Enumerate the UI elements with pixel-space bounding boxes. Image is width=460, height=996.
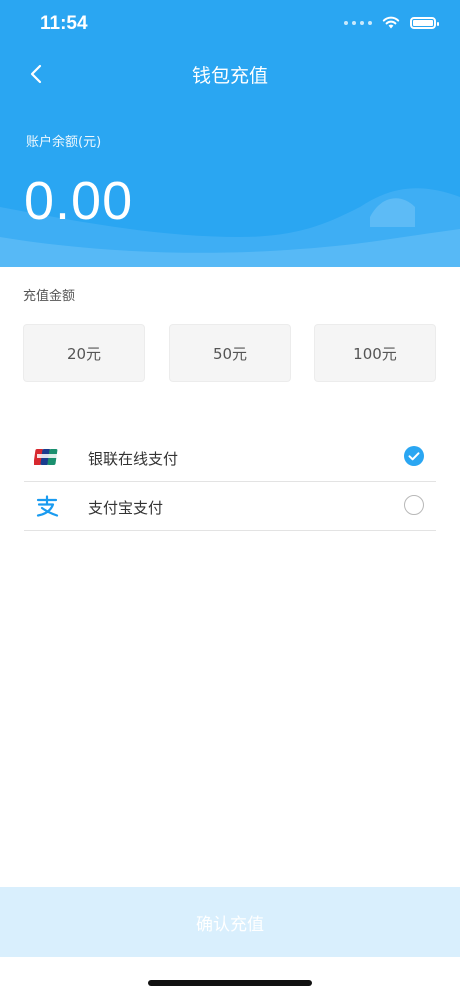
payment-method-label: 银联在线支付 <box>88 450 179 468</box>
checkmark-icon <box>408 452 420 461</box>
balance-value: 0.00 <box>24 171 134 231</box>
amount-option-50[interactable]: 50元 <box>169 324 291 382</box>
recharge-amount-label: 充值金额 <box>23 289 76 304</box>
radio-unchecked[interactable] <box>404 495 424 515</box>
signal-icon <box>344 20 372 25</box>
alipay-icon <box>36 495 59 517</box>
payment-method-unionpay[interactable]: 银联在线支付 <box>24 434 436 482</box>
page-title: 钱包充值 <box>191 65 268 87</box>
navigation-bar: 钱包充值 <box>0 52 460 96</box>
wifi-icon <box>382 16 400 29</box>
header-banner: 11:54 钱包充值 账户余额(元) 0.00 <box>0 0 460 267</box>
unionpay-icon <box>34 449 58 465</box>
status-time: 11:54 <box>40 13 88 34</box>
amount-option-100[interactable]: 100元 <box>314 324 436 382</box>
home-indicator <box>148 980 312 986</box>
balance-label: 账户余额(元) <box>26 135 102 150</box>
battery-icon <box>410 16 439 29</box>
payment-method-label: 支付宝支付 <box>88 499 164 517</box>
status-indicators <box>344 16 439 29</box>
confirm-recharge-button[interactable]: 确认充值 <box>0 887 460 957</box>
wallet-recharge-screen: 11:54 钱包充值 账户余额(元) 0.00 充值金额 20元 50元 100… <box>0 0 460 996</box>
status-bar: 11:54 <box>0 0 460 48</box>
payment-method-alipay[interactable]: 支付宝支付 <box>24 483 436 531</box>
radio-checked[interactable] <box>404 446 424 466</box>
amount-option-20[interactable]: 20元 <box>23 324 145 382</box>
